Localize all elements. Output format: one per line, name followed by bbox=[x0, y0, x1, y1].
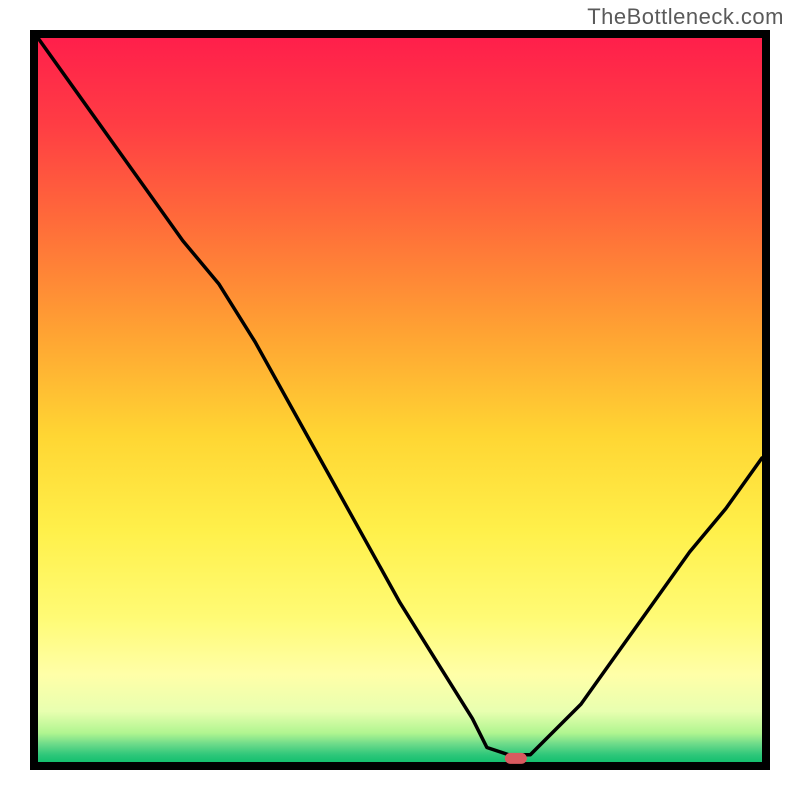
bottleneck-chart bbox=[30, 30, 770, 770]
gradient-background bbox=[38, 38, 762, 762]
optimal-point-marker bbox=[505, 753, 527, 764]
watermark-text: TheBottleneck.com bbox=[587, 4, 784, 30]
chart-svg bbox=[30, 30, 770, 770]
